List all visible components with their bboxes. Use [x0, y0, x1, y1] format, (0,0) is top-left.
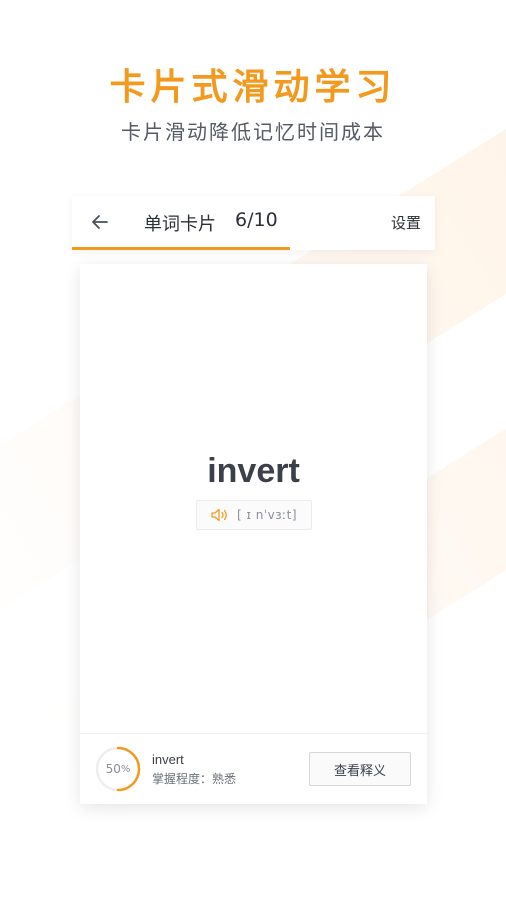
app-header: 单词卡片 6/10 设置	[72, 196, 435, 250]
phonetic-text: [ ɪ nˈvɜːt]	[236, 508, 298, 522]
footer-word: invert	[152, 752, 184, 767]
mastery-level: 掌握程度：熟悉	[152, 772, 237, 786]
promo-subheadline: 卡片滑动降低记忆时间成本	[121, 120, 385, 144]
settings-button[interactable]: 设置	[391, 212, 421, 233]
mastery-percent-unit: %	[120, 763, 131, 775]
promo-headline: 卡片式滑动学习	[109, 67, 397, 108]
progress-bar	[72, 247, 435, 250]
back-arrow-icon[interactable]	[88, 210, 112, 234]
card-counter: 6/10	[235, 209, 278, 231]
progress-bar-fill	[72, 247, 290, 250]
mastery-percent: 50%	[94, 745, 142, 793]
card-footer: 50% invert 掌握程度：熟悉 查看释义	[80, 733, 427, 804]
pronunciation-button[interactable]: [ ɪ nˈvɜːt]	[196, 500, 312, 530]
word-card[interactable]: invert [ ɪ nˈvɜːt] 50% invert 掌握程度：熟悉 查看…	[80, 264, 427, 804]
speaker-icon	[211, 508, 229, 522]
back-arrow-icon-graphic	[92, 215, 108, 229]
mastery-percent-value: 50	[105, 762, 121, 776]
mastery-gauge: 50%	[94, 745, 142, 793]
card-word: invert	[207, 452, 300, 490]
view-definition-button[interactable]: 查看释义	[309, 752, 411, 786]
page-title: 单词卡片	[144, 214, 216, 235]
